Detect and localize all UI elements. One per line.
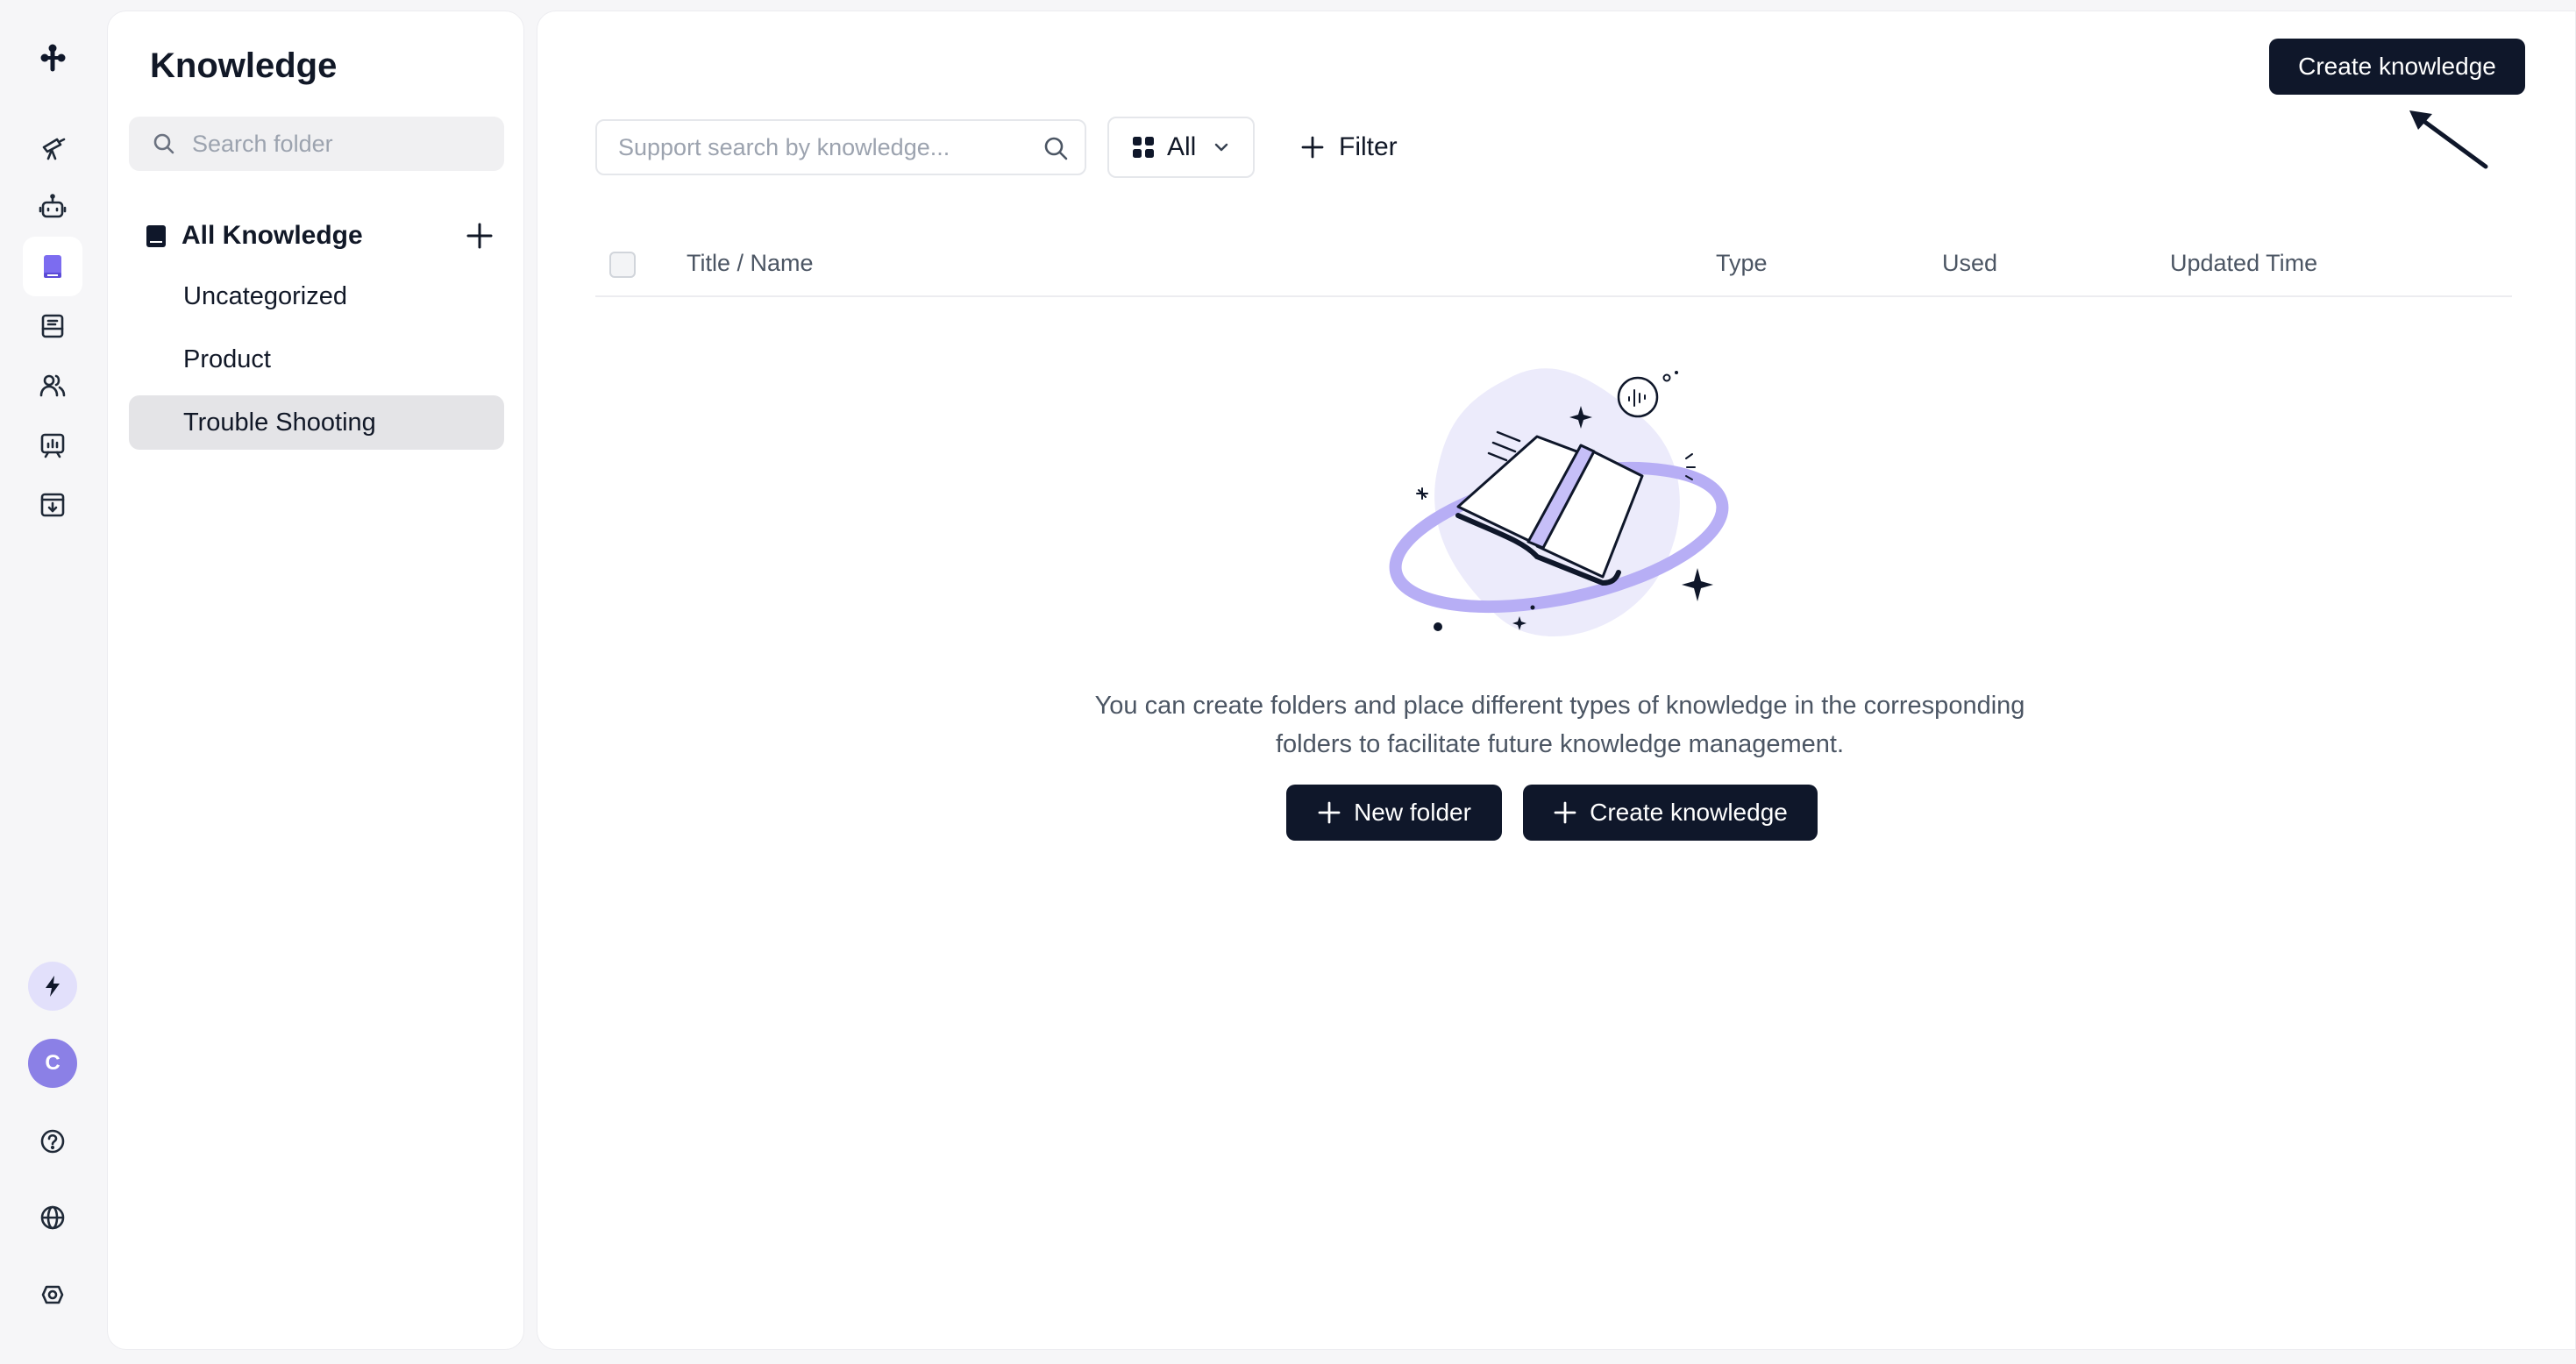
knowledge-nav-item[interactable] xyxy=(23,237,82,296)
logo-icon[interactable] xyxy=(23,28,82,88)
plus-icon xyxy=(1301,136,1324,159)
column-title[interactable]: Title / Name xyxy=(687,250,814,277)
main-panel: Create knowledge All Filter Title / Name… xyxy=(537,11,2576,1350)
globe-icon[interactable] xyxy=(23,1188,82,1247)
column-updated-time[interactable]: Updated Time xyxy=(2170,250,2317,277)
rocket-icon[interactable] xyxy=(23,117,82,177)
column-used[interactable]: Used xyxy=(1942,250,1997,277)
folder-item-label: Trouble Shooting xyxy=(183,408,376,437)
pointer-arrow-icon xyxy=(2409,110,2488,169)
folder-item-label: Uncategorized xyxy=(183,281,347,310)
robot-icon[interactable] xyxy=(23,177,82,237)
filter-button[interactable]: Filter xyxy=(1300,125,1398,169)
download-box-icon[interactable] xyxy=(23,475,82,535)
folder-panel: Knowledge All Knowledge Uncategorized Pr… xyxy=(107,11,524,1350)
plus-icon xyxy=(1318,801,1341,824)
folder-item-trouble-shooting[interactable]: Trouble Shooting xyxy=(129,395,504,450)
folder-item-label: Product xyxy=(183,345,271,373)
search-icon[interactable] xyxy=(1042,135,1069,161)
add-folder-button[interactable] xyxy=(462,218,497,253)
help-icon[interactable] xyxy=(23,1112,82,1171)
new-folder-button[interactable]: New folder xyxy=(1286,785,1502,841)
empty-state-illustration xyxy=(1389,368,1729,637)
left-rail: C xyxy=(0,0,105,1364)
table-header: Title / Name Type Used Updated Time xyxy=(595,231,2512,297)
filter-label: Filter xyxy=(1339,132,1398,161)
inbox-icon[interactable] xyxy=(23,296,82,356)
type-select[interactable]: All xyxy=(1107,117,1255,178)
empty-state-line-1: You can create folders and place differe… xyxy=(1094,692,2025,720)
search-icon xyxy=(153,133,174,154)
upgrade-bolt-button[interactable] xyxy=(28,962,77,1011)
settings-icon[interactable] xyxy=(23,1265,82,1325)
folder-search-input[interactable] xyxy=(192,130,490,158)
plus-icon xyxy=(466,223,493,249)
empty-state-line-2: folders to facilitate future knowledge m… xyxy=(1275,730,1845,758)
bolt-icon xyxy=(46,976,60,997)
empty-state-message: You can create folders and place differe… xyxy=(1034,686,2086,764)
empty-create-knowledge-label: Create knowledge xyxy=(1590,799,1788,826)
book-icon xyxy=(146,225,166,247)
page-title: Knowledge xyxy=(150,46,338,85)
users-icon[interactable] xyxy=(23,356,82,416)
create-knowledge-button[interactable]: Create knowledge xyxy=(2269,39,2525,95)
chart-icon[interactable] xyxy=(23,416,82,475)
select-all-checkbox[interactable] xyxy=(609,252,636,278)
all-knowledge-label: All Knowledge xyxy=(181,221,363,250)
type-select-value: All xyxy=(1167,132,1197,161)
chevron-down-icon xyxy=(1215,143,1228,152)
folder-search[interactable] xyxy=(129,117,504,171)
empty-create-knowledge-button[interactable]: Create knowledge xyxy=(1523,785,1818,841)
book-icon xyxy=(44,255,61,278)
avatar[interactable]: C xyxy=(28,1039,77,1088)
knowledge-search[interactable] xyxy=(595,119,1086,175)
all-knowledge-item[interactable]: All Knowledge xyxy=(143,211,504,260)
folder-item-uncategorized[interactable]: Uncategorized xyxy=(129,269,504,323)
column-type[interactable]: Type xyxy=(1716,250,1768,277)
new-folder-label: New folder xyxy=(1354,799,1471,826)
plus-icon xyxy=(1554,801,1576,824)
grid-icon xyxy=(1133,137,1154,158)
knowledge-search-input[interactable] xyxy=(618,133,1030,161)
folder-item-product[interactable]: Product xyxy=(129,332,504,387)
logo-icon-svg xyxy=(40,44,66,72)
